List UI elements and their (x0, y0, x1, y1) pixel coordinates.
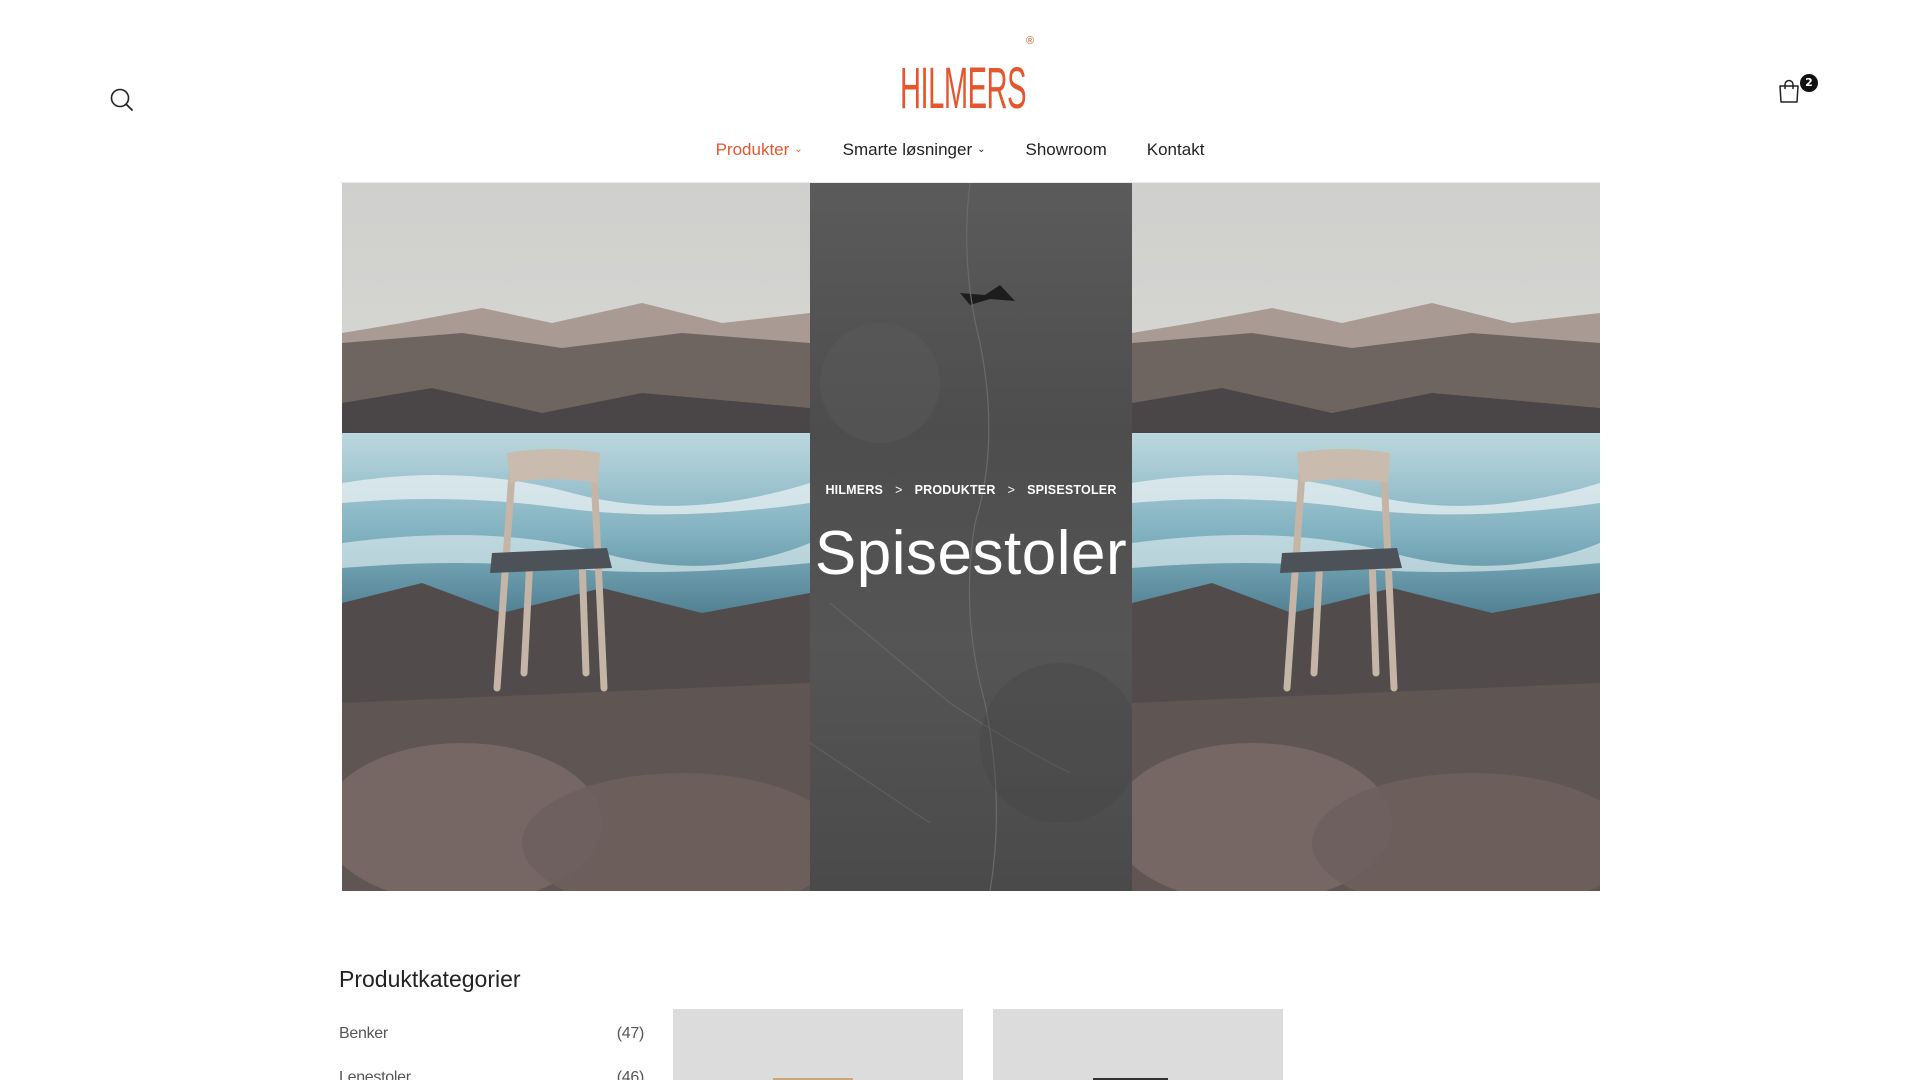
cart-count-badge: 2 (1800, 74, 1818, 92)
logo-registered-mark: ® (1026, 35, 1034, 47)
product-card[interactable] (673, 1009, 963, 1080)
nav-item-label: Smarte løsninger (842, 140, 973, 159)
sidebar-title: Produktkategorier (339, 966, 521, 992)
breadcrumb: HILMERS > PRODUKTER > SPISESTOLER (810, 483, 1132, 497)
hero-landscape-image-right (1132, 183, 1600, 891)
chevron-down-icon: ⌄ (794, 143, 803, 155)
nav-item-produkter[interactable]: Produkter ⌄ (716, 140, 803, 160)
breadcrumb-link-produkter[interactable]: PRODUKTER (915, 483, 996, 497)
nav-item-showroom[interactable]: Showroom (1026, 140, 1107, 160)
product-card[interactable] (993, 1009, 1283, 1080)
breadcrumb-separator: > (1007, 483, 1016, 497)
nav-item-smarte-losninger[interactable]: Smarte løsninger ⌄ (843, 140, 986, 160)
category-item-benker[interactable]: Benker (47) (339, 1025, 644, 1043)
breadcrumb-link-hilmers[interactable]: HILMERS (825, 483, 883, 497)
logo-text: HILMERS (900, 56, 1026, 114)
category-label: Benker (339, 1025, 388, 1042)
category-item-lenestoler[interactable]: Lenestoler (46) (339, 1069, 644, 1080)
search-icon[interactable] (108, 86, 136, 114)
hero-banner: HILMERS > PRODUKTER > SPISESTOLER Spisestole… (342, 183, 1600, 891)
hero-landscape-image-left (342, 183, 810, 891)
shopping-bag-icon (1779, 79, 1799, 103)
nav-item-label: Showroom (1025, 140, 1107, 159)
page-title: Spisestoler (814, 519, 1128, 588)
category-label: Lenestoler (339, 1069, 411, 1080)
cart-button[interactable]: 2 (1772, 74, 1822, 108)
main-navigation: Produkter ⌄ Smarte løsninger ⌄ Showroom … (0, 140, 1920, 160)
breadcrumb-separator: > (895, 483, 903, 497)
breadcrumb-current: SPISESTOLER (1027, 483, 1117, 497)
category-count: (47) (616, 1025, 645, 1042)
chevron-down-icon: ⌄ (977, 143, 986, 155)
hilmers-logo[interactable]: HILMERS ® (898, 30, 1038, 114)
nav-item-kontakt[interactable]: Kontakt (1147, 140, 1205, 160)
nav-item-label: Produkter (715, 140, 790, 159)
nav-item-label: Kontakt (1146, 140, 1205, 159)
category-count: (46) (616, 1069, 645, 1080)
